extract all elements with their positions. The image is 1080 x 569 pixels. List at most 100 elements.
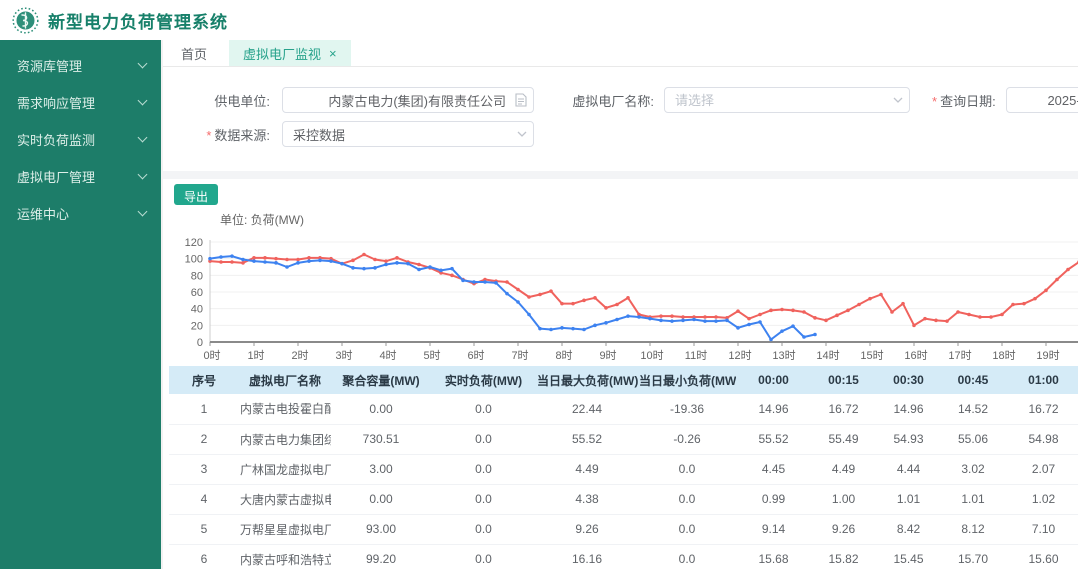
svg-text:11时: 11时 xyxy=(685,349,707,362)
svg-text:120: 120 xyxy=(185,237,203,249)
svg-text:6时: 6时 xyxy=(467,349,484,362)
table-cell: 6 xyxy=(169,544,239,569)
svg-text:3时: 3时 xyxy=(335,349,352,362)
sidebar-item[interactable]: 运维中心 xyxy=(0,195,161,232)
sidebar-item-label: 实时负荷监测 xyxy=(17,133,96,148)
table-cell: 0.0 xyxy=(431,544,536,569)
table-cell: 15.82 xyxy=(811,544,876,569)
table-cell: 54.98 xyxy=(1005,424,1078,455)
table-cell: 广林国龙虚拟电厂智慧... xyxy=(239,454,331,485)
vpp-name-label: 虚拟电厂名称: xyxy=(572,93,654,109)
table-cell: 0.99 xyxy=(736,484,811,515)
svg-text:13时: 13时 xyxy=(772,349,795,362)
data-source-label: * 数据来源: xyxy=(206,127,270,143)
svg-text:1时: 1时 xyxy=(247,349,264,362)
table-cell: 0.0 xyxy=(431,394,536,425)
svg-text:19时: 19时 xyxy=(1036,349,1059,362)
tab-active[interactable]: 虚拟电厂监视 × xyxy=(229,40,351,66)
svg-text:14时: 14时 xyxy=(816,349,839,362)
table-cell: 15.60 xyxy=(1005,544,1078,569)
tab-label: 首页 xyxy=(181,46,208,62)
chevron-down-icon xyxy=(137,206,148,217)
data-source-field xyxy=(282,121,534,147)
sidebar-item-label: 需求响应管理 xyxy=(17,96,96,111)
sidebar-item[interactable]: 实时负荷监测 xyxy=(0,121,161,158)
table-cell: 2.07 xyxy=(1005,454,1078,485)
table-cell: 4.49 xyxy=(536,454,638,485)
table-cell: 4 xyxy=(169,484,239,515)
table-cell: 4.38 xyxy=(536,484,638,515)
table-cell: 99.20 xyxy=(331,544,431,569)
supply-unit-label: 供电单位: xyxy=(214,93,270,109)
column-header: 当日最大负荷(MW) xyxy=(536,366,638,394)
column-header: 序号 xyxy=(169,366,239,394)
export-button[interactable]: 导出 xyxy=(174,184,219,205)
query-date-field xyxy=(1005,87,1078,113)
column-header: 虚拟电厂名称 xyxy=(239,366,331,394)
query-date-label: * 查询日期: xyxy=(932,93,996,109)
required-asterisk: * xyxy=(206,127,212,143)
sidebar-menu: 资源库管理需求响应管理 实时负荷监测 虚拟电厂管理 运维中心 xyxy=(0,40,161,569)
table-cell: 4.45 xyxy=(736,454,811,485)
vpp-table: 序号 虚拟电厂名称 聚合容量(MW) 实时负荷(MW) 当日最大负荷(MW) 当日最小负荷… xyxy=(169,366,1078,569)
chevron-down-icon xyxy=(137,132,148,143)
sidebar-item[interactable]: 需求响应管理 xyxy=(0,84,161,121)
table-cell: 5 xyxy=(169,514,239,545)
tab[interactable]: 首页 xyxy=(171,40,217,66)
sidebar-item[interactable]: 资源库管理 xyxy=(0,47,161,84)
svg-text:0: 0 xyxy=(197,337,203,349)
data-source-select[interactable] xyxy=(282,121,534,147)
toolbar: 导出 xyxy=(174,184,1078,206)
sidebar-item-label: 运维中心 xyxy=(17,207,70,222)
table-cell: 0.0 xyxy=(638,544,736,569)
column-header: 00:15 xyxy=(811,366,876,394)
table-cell: 0.00 xyxy=(331,484,431,515)
table-cell: 22.44 xyxy=(536,394,638,425)
supply-unit-input[interactable] xyxy=(282,87,534,113)
close-icon[interactable]: × xyxy=(329,47,337,60)
table-cell: 55.06 xyxy=(941,424,1005,455)
sidebar-item-label: 资源库管理 xyxy=(17,59,83,74)
table-cell: 14.96 xyxy=(876,394,941,425)
app-header: 新型电力负荷管理系统 xyxy=(0,0,1080,40)
load-line-chart: 0 20 40 60 80 100 120 0时 1时 2时 3时 4时 5时 6时 7时 8时 9时 10时 11… xyxy=(185,237,1078,362)
table-cell: 15.68 xyxy=(736,544,811,569)
svg-text:12时: 12时 xyxy=(728,349,751,362)
svg-text:17时: 17时 xyxy=(948,349,971,362)
table-cell: 54.93 xyxy=(876,424,941,455)
sidebar-item[interactable]: 虚拟电厂管理 xyxy=(0,158,161,195)
table-cell: 1.01 xyxy=(876,484,941,515)
table-cell: 15.70 xyxy=(941,544,1005,569)
required-asterisk: * xyxy=(932,93,938,109)
svg-text:80: 80 xyxy=(191,270,203,282)
svg-text:100: 100 xyxy=(185,254,203,266)
section-divider xyxy=(163,171,1078,179)
svg-text:5时: 5时 xyxy=(423,349,440,362)
load-chart-container: 0 20 40 60 80 100 120 0时 1时 2时 3时 4时 5时 6时 7时 8时 9时 10时 11… xyxy=(163,230,1078,362)
chevron-down-icon xyxy=(137,58,148,69)
content-area: 首页 虚拟电厂监视 × 供电单位: 虚拟电厂名称: xyxy=(161,40,1078,569)
table-cell: 万帮星星虚拟电厂 xyxy=(239,514,331,545)
svg-text:9时: 9时 xyxy=(599,349,616,362)
app-logo-icon xyxy=(12,6,39,34)
table-cell: 1.02 xyxy=(1005,484,1078,515)
table-cell: 内蒙古电投霍白配售电... xyxy=(239,394,331,425)
table-cell: 内蒙古电力集团综合能... xyxy=(239,424,331,455)
query-date-input[interactable] xyxy=(1005,87,1078,113)
table-row: 1内蒙古电投霍白配售电...0.000.022.44-19.3614.9616.… xyxy=(169,394,1078,425)
table-cell: 0.0 xyxy=(431,424,536,455)
table-cell: 16.16 xyxy=(536,544,638,569)
svg-text:15时: 15时 xyxy=(860,349,883,362)
sidebar-item-label: 虚拟电厂管理 xyxy=(17,170,96,185)
table-row: 4大唐内蒙古虚拟电厂0.000.04.380.00.991.001.011.01… xyxy=(169,484,1078,515)
table-cell: 大唐内蒙古虚拟电厂 xyxy=(239,484,331,515)
chart-unit-label: 单位: 负荷(MW) xyxy=(220,213,304,227)
vpp-name-select[interactable] xyxy=(664,87,910,113)
svg-text:8时: 8时 xyxy=(555,349,572,362)
table-cell: 1 xyxy=(169,394,239,425)
table-cell: 2 xyxy=(169,424,239,455)
svg-text:40: 40 xyxy=(191,304,203,316)
tab-bar: 首页 虚拟电厂监视 × xyxy=(163,40,1078,67)
svg-text:18时: 18时 xyxy=(992,349,1015,362)
table-cell: 内蒙古呼和浩特立信电... xyxy=(239,544,331,569)
